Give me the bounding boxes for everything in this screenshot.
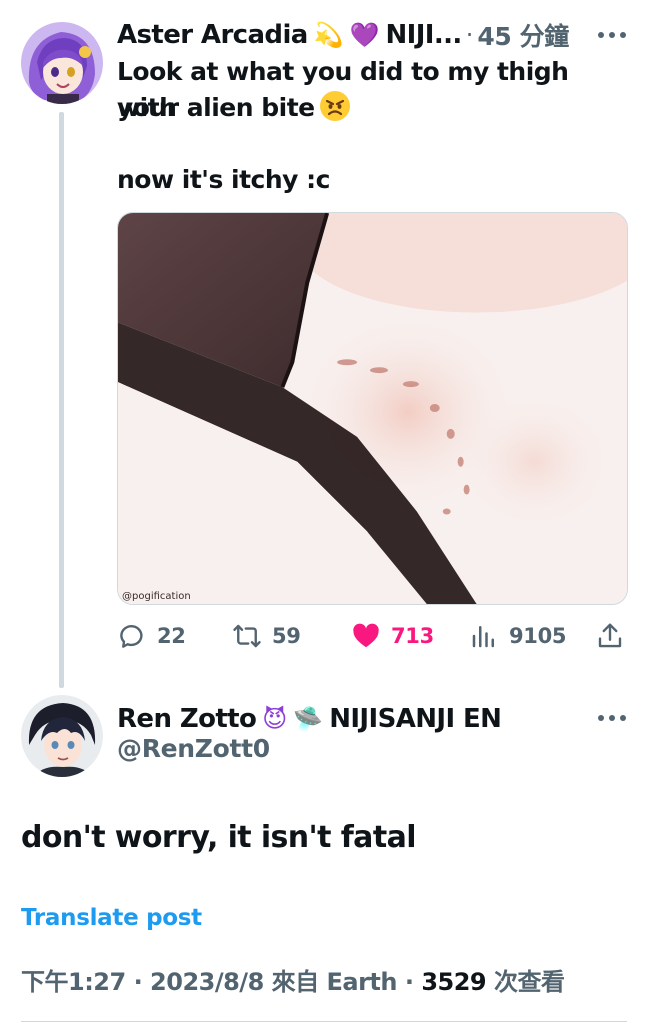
devil-emoji-icon: 😈: [262, 705, 288, 733]
views-icon: [469, 621, 499, 651]
tweet-text: don't worry, it isn't fatal: [21, 820, 417, 855]
repost-button[interactable]: 59: [232, 618, 301, 654]
tweet-actions-bar: 22 59 713 9105: [117, 618, 627, 654]
tweet-media-image[interactable]: @pogification: [117, 212, 628, 605]
separator-dot: ·: [465, 21, 474, 49]
like-button[interactable]: 713: [351, 618, 434, 654]
post-views-suffix: 次查看: [493, 968, 565, 996]
post-views-count[interactable]: 3529: [421, 968, 486, 996]
more-icon[interactable]: [598, 30, 626, 40]
meta-separator: ·: [133, 968, 143, 996]
share-icon: [595, 621, 625, 651]
heart-icon: [351, 621, 381, 651]
ufo-emoji-icon: 🛸: [293, 705, 324, 733]
display-name[interactable]: Ren Zotto: [117, 704, 257, 734]
source-prefix: 來自: [271, 968, 320, 996]
thread-connector-line: [59, 112, 64, 688]
display-name-tail[interactable]: NIJISANJI EN: [329, 704, 502, 734]
tweet1-header: Aster Arcadia 💫 💜 NIJI... · 45 分鐘: [117, 16, 582, 54]
share-button[interactable]: [595, 618, 625, 654]
meta-separator: ·: [404, 968, 414, 996]
tweet-time[interactable]: 45 分鐘: [477, 17, 569, 53]
avatar-ren[interactable]: [21, 695, 103, 777]
display-name[interactable]: Aster Arcadia: [117, 20, 308, 50]
tweet-meta: 下午1:27 · 2023/8/8 來自 Earth · 3529 次查看: [21, 962, 565, 997]
translate-post-link[interactable]: Translate post: [21, 905, 202, 931]
media-watermark: @pogification: [122, 591, 191, 602]
purple-heart-emoji-icon: 💜: [349, 21, 380, 49]
post-date[interactable]: 2023/8/8: [150, 968, 264, 996]
repost-icon: [232, 621, 262, 651]
more-icon[interactable]: [598, 713, 626, 723]
tweet-text-line: your alien bite: [117, 90, 627, 126]
like-count: 713: [391, 624, 434, 648]
tweet2-header: Ren Zotto 😈 🛸 NIJISANJI EN: [117, 700, 502, 738]
dizzy-emoji-icon: 💫: [313, 21, 344, 49]
views-button[interactable]: 9105: [469, 618, 567, 654]
repost-count: 59: [272, 624, 301, 648]
angry-emoji-icon: [319, 90, 351, 122]
reply-count: 22: [157, 624, 186, 648]
views-count: 9105: [509, 624, 567, 648]
user-handle[interactable]: @RenZott0: [117, 734, 270, 763]
tweet-text-fragment: your alien bite: [117, 93, 315, 122]
divider: [21, 1021, 627, 1022]
tweet-text-line: now it's itchy :c: [117, 165, 330, 194]
display-name-tail[interactable]: NIJI...: [386, 20, 463, 50]
reply-button[interactable]: 22: [117, 618, 186, 654]
reply-icon: [117, 621, 147, 651]
avatar-aster[interactable]: [21, 22, 103, 104]
post-source: Earth: [326, 968, 398, 996]
post-time[interactable]: 下午1:27: [21, 968, 126, 996]
